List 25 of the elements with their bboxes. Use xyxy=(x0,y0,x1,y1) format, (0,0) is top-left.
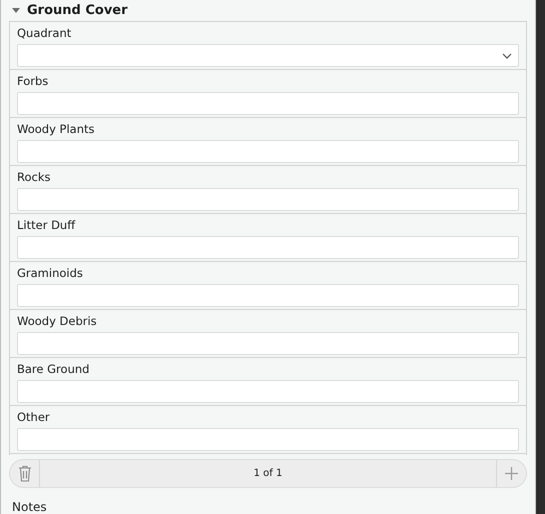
input-field[interactable] xyxy=(17,188,519,211)
plus-icon xyxy=(505,467,518,480)
field-label: Graminoids xyxy=(17,266,84,281)
field-label: Woody Plants xyxy=(17,122,96,137)
field-label: Rocks xyxy=(17,170,52,185)
field-label: Forbs xyxy=(17,74,50,89)
field-label: Other xyxy=(17,410,51,425)
input-field[interactable] xyxy=(17,140,519,163)
field-label: Litter Duff xyxy=(17,218,76,233)
section-title: Ground Cover xyxy=(27,2,128,18)
trash-icon xyxy=(18,465,32,482)
input-field[interactable] xyxy=(17,380,519,403)
field-label: Woody Debris xyxy=(17,314,98,329)
field-label: Bare Ground xyxy=(17,362,90,377)
field-label: Quadrant xyxy=(17,26,72,41)
caret-icon[interactable] xyxy=(11,6,21,14)
chevron-down-icon xyxy=(502,52,512,58)
input-field[interactable] xyxy=(17,92,519,115)
dropdown-field[interactable] xyxy=(17,44,519,67)
field-label: Notes xyxy=(12,500,48,514)
input-field[interactable] xyxy=(17,332,519,355)
page-indicator: 1 of 1 xyxy=(252,467,284,481)
input-field[interactable] xyxy=(17,428,519,451)
input-field[interactable] xyxy=(17,236,519,259)
input-field[interactable] xyxy=(17,284,519,307)
